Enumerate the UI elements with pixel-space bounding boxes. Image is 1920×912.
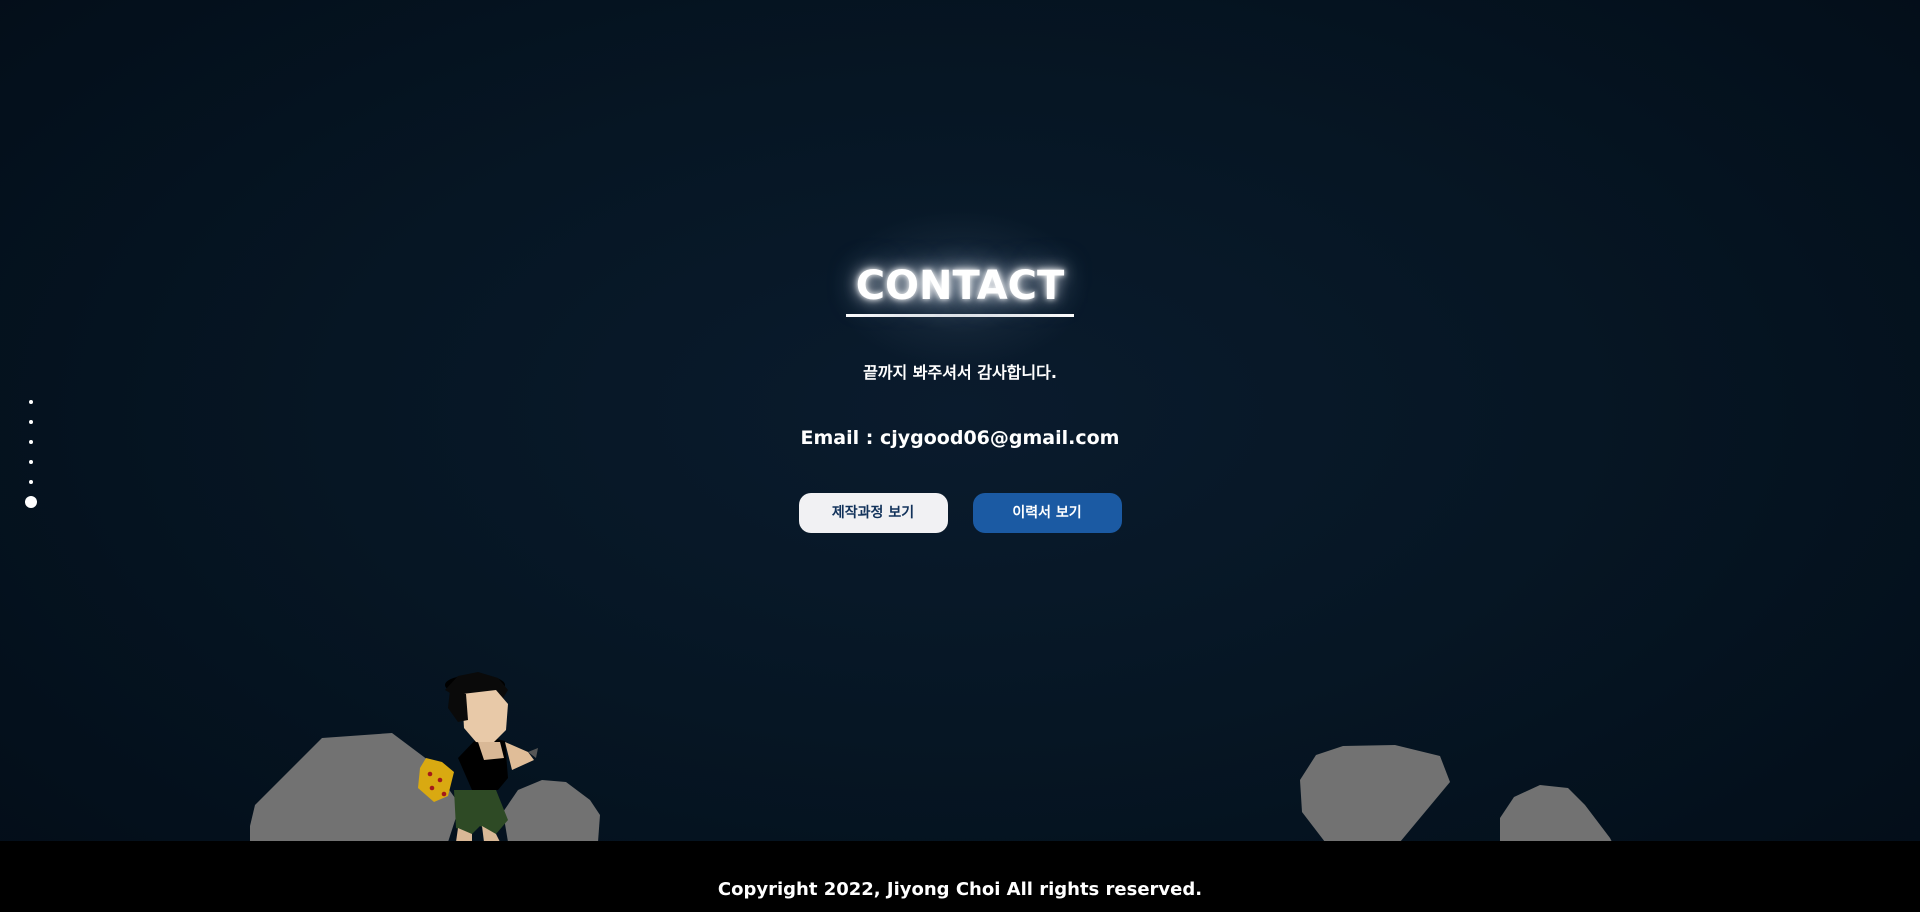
thanks-message: 끝까지 봐주셔서 감사합니다. [863, 363, 1057, 382]
contact-title-block: CONTACT [830, 208, 1090, 368]
email-text: Email : cjygood06@gmail.com [800, 427, 1120, 449]
rock-left-small [503, 780, 600, 842]
view-process-button[interactable]: 제작과정 보기 [798, 493, 948, 533]
contact-title: CONTACT [855, 263, 1065, 309]
action-buttons: 제작과정 보기 이력서 보기 [0, 493, 1920, 533]
character-illustration [418, 672, 538, 842]
rock-right-small [1500, 785, 1612, 842]
contact-page: CONTACT 끝까지 봐주셔서 감사합니다. Email : cjygood0… [0, 0, 1920, 912]
rock-right-large [1300, 745, 1450, 842]
contact-section: CONTACT 끝까지 봐주셔서 감사합니다. Email : cjygood0… [0, 208, 1920, 533]
footer: Copyright 2022, Jiyong Choi All rights r… [0, 841, 1920, 912]
rock-left-large [250, 733, 460, 842]
view-resume-button[interactable]: 이력서 보기 [972, 493, 1122, 533]
copyright-text: Copyright 2022, Jiyong Choi All rights r… [717, 879, 1203, 900]
